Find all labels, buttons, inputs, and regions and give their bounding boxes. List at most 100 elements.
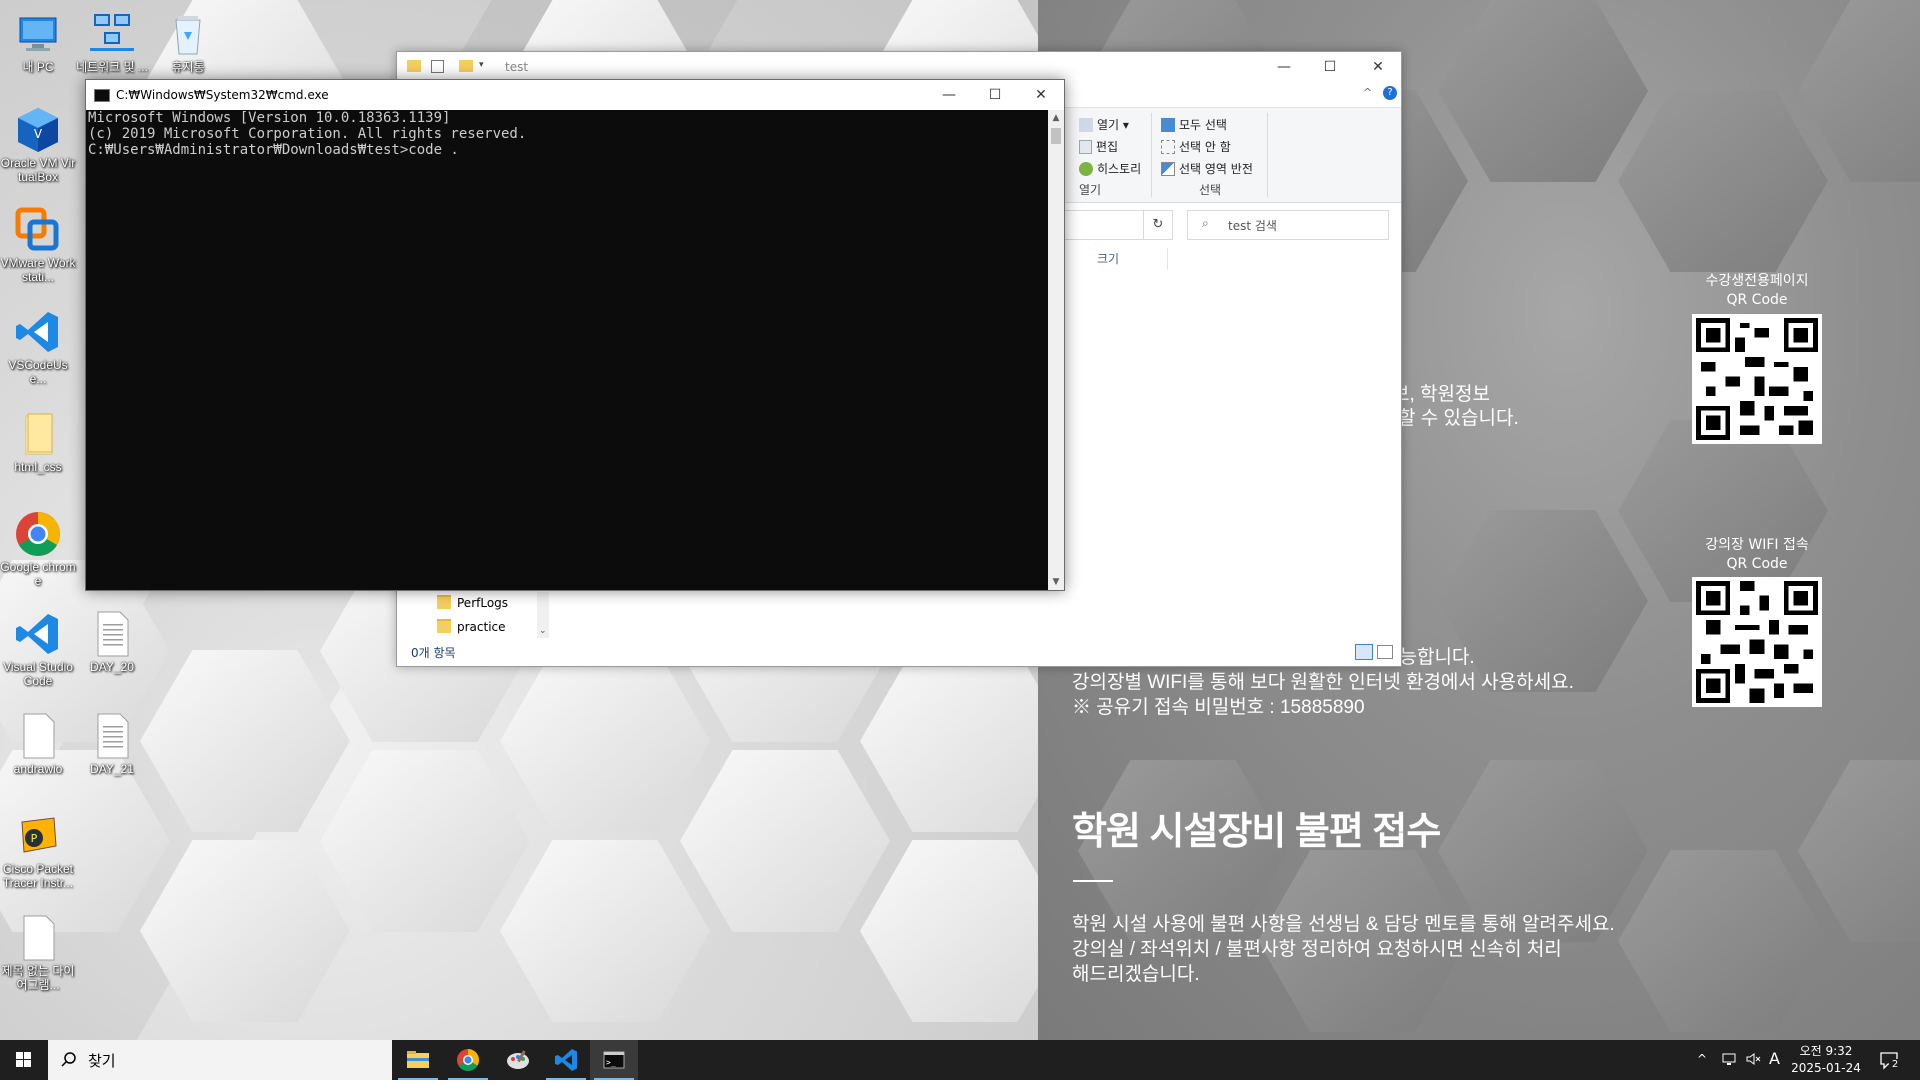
ribbon-invert-selection-label: 선택 영역 반전	[1179, 162, 1253, 176]
qr2-title: 강의장 WIFI 접속 QR Code	[1677, 536, 1837, 574]
desktop-icon-label: html_css	[14, 460, 62, 474]
folder-icon	[407, 60, 421, 72]
ribbon-edit-button[interactable]: 편집	[1079, 138, 1118, 155]
document-icon	[88, 610, 136, 658]
qr1-subtitle: QR Code	[1726, 292, 1788, 308]
desktop-icon-virtualbox[interactable]: V Oracle VM VirtualBox	[0, 106, 76, 184]
desktop-icon-andrawio[interactable]: andrawio	[0, 712, 76, 776]
ribbon-select-all-button[interactable]: 모두 선택	[1161, 116, 1227, 133]
desktop-icon-label: Visual Studio Code	[3, 660, 73, 688]
desktop-icon-recycle-bin[interactable]: 휴지통	[150, 10, 226, 74]
notification-count: 2	[1889, 1059, 1901, 1071]
scroll-down-icon[interactable]: ⌄	[539, 626, 547, 636]
refresh-icon: ↻	[1152, 217, 1164, 232]
desktop-icon-label: DAY_21	[90, 762, 134, 776]
volume-muted-icon[interactable]	[1745, 1051, 1761, 1070]
new-folder-icon[interactable]	[459, 60, 473, 72]
vscode-icon	[14, 308, 62, 356]
collapse-ribbon-icon[interactable]: ^	[1363, 86, 1372, 99]
taskbar-cmd[interactable]: >_	[590, 1040, 638, 1080]
explorer-titlebar[interactable]: ▾ test — ☐ ✕	[397, 52, 1401, 82]
ribbon-open-button[interactable]: 열기 ▾	[1079, 116, 1129, 133]
nav-scrollbar[interactable]: ⌄	[537, 592, 549, 638]
vscode-icon	[555, 1049, 577, 1071]
console-line: (c) 2019 Microsoft Corporation. All righ…	[88, 126, 527, 142]
desktop-icon-day21[interactable]: DAY_21	[74, 712, 150, 776]
scroll-thumb[interactable]	[1051, 128, 1061, 144]
details-view-icon[interactable]	[1355, 644, 1373, 660]
scroll-up-icon[interactable]: ▲	[1048, 110, 1064, 126]
edit-icon	[1079, 140, 1092, 154]
cmd-window[interactable]: C:₩Windows₩System32₩cmd.exe — ☐ ✕ Micros…	[85, 79, 1065, 591]
taskbar-search-placeholder: 찾기	[88, 1052, 116, 1070]
desktop-icon-label: 네트워크 및 ...	[76, 60, 148, 74]
desktop-icon-vmware[interactable]: VMware Workstati...	[0, 206, 76, 284]
desktop-icon-day20[interactable]: DAY_20	[74, 610, 150, 674]
nav-item-practice[interactable]: practice	[437, 619, 506, 634]
select-all-icon	[1161, 118, 1175, 132]
chrome-icon	[457, 1049, 479, 1071]
nav-item-label: PerfLogs	[457, 596, 509, 610]
wallpaper-body-line1: 학원 시설 사용에 불편 사항을 선생님 & 담당 멘토를 통해 알려주세요.	[1072, 914, 1615, 935]
desktop-icon-this-pc[interactable]: 내 PC	[0, 10, 76, 74]
explorer-maximize-button[interactable]: ☐	[1307, 52, 1353, 82]
desktop-icon-packet-tracer[interactable]: P Cisco Packet Tracer Instr...	[0, 812, 76, 890]
explorer-minimize-button[interactable]: —	[1261, 52, 1307, 82]
taskbar-vscode[interactable]	[542, 1040, 590, 1080]
explorer-search-input[interactable]: ⌕ test 검색	[1187, 210, 1389, 240]
nav-item-perflogs[interactable]: PerfLogs	[437, 595, 508, 610]
qr2-title-text: 강의장 WIFI 접속	[1705, 537, 1809, 553]
desktop-icon-network[interactable]: 네트워크 및 ...	[74, 10, 150, 74]
start-button[interactable]	[0, 1040, 48, 1080]
cmd-close-button[interactable]: ✕	[1018, 80, 1064, 110]
qr-code-wifi	[1692, 577, 1822, 707]
desktop-icon-chrome[interactable]: Google chrome	[0, 510, 76, 588]
taskbar-paint[interactable]	[494, 1040, 542, 1080]
cmd-minimize-button[interactable]: —	[926, 80, 972, 110]
cmd-scrollbar[interactable]: ▲ ▼	[1048, 110, 1064, 590]
document-icon	[88, 712, 136, 760]
desktop-icon-label: VMware Workstati...	[0, 256, 76, 284]
action-center-button[interactable]: 2	[1878, 1049, 1901, 1074]
cmd-titlebar[interactable]: C:₩Windows₩System32₩cmd.exe — ☐ ✕	[86, 80, 1064, 110]
wallpaper-info-line2: 할 수 있습니다.	[1398, 408, 1519, 429]
refresh-button[interactable]: ↻	[1143, 210, 1173, 240]
ribbon-history-button[interactable]: 히스토리	[1079, 160, 1141, 177]
ribbon-select-none-button[interactable]: 선택 안 함	[1161, 138, 1231, 155]
desktop-icon-label: 휴지통	[171, 60, 205, 74]
clock-time: 오전 9:32	[1799, 1044, 1853, 1058]
taskbar-clock[interactable]: 오전 9:32 2025-01-24	[1790, 1043, 1862, 1077]
explorer-status-items: 0개 항목	[411, 646, 456, 660]
clock-date: 2025-01-24	[1791, 1061, 1861, 1075]
ime-indicator[interactable]: A	[1769, 1049, 1780, 1068]
console-line: Microsoft Windows [Version 10.0.18363.11…	[88, 110, 451, 126]
windows-logo-icon	[16, 1052, 31, 1067]
taskbar-file-explorer[interactable]	[394, 1040, 442, 1080]
properties-icon[interactable]	[431, 60, 444, 73]
cmd-console[interactable]: Microsoft Windows [Version 10.0.18363.11…	[86, 110, 1050, 590]
folder-icon	[437, 619, 451, 633]
show-hidden-icons-button[interactable]: ^	[1697, 1052, 1707, 1066]
help-icon[interactable]: ?	[1383, 86, 1397, 100]
scroll-down-icon[interactable]: ▼	[1048, 574, 1064, 590]
column-header-size[interactable]: 크기	[1097, 248, 1168, 270]
desktop-icon-visual-studio-code[interactable]: Visual Studio Code	[0, 610, 76, 688]
cmd-maximize-button[interactable]: ☐	[972, 80, 1018, 110]
large-icons-view-icon[interactable]	[1377, 645, 1393, 659]
ribbon-group-open: 열기	[1079, 183, 1102, 197]
wallpaper-info-line1: 보, 학원정보	[1392, 384, 1490, 405]
taskbar: 찾기 >_ ^ A 오전 9:32 2025-01-24 2	[0, 1040, 1920, 1080]
svg-text:>_: >_	[606, 1058, 616, 1067]
folder-icon	[14, 410, 62, 458]
cmd-icon	[94, 89, 110, 102]
wallpaper-heading: 학원 시설장비 불편 접수	[1072, 811, 1441, 853]
taskbar-search-box[interactable]: 찾기	[48, 1040, 392, 1080]
ribbon-invert-selection-button[interactable]: 선택 영역 반전	[1161, 160, 1253, 177]
desktop-icon-diagram[interactable]: 제목 없는 다이어그램...	[0, 914, 76, 992]
customize-quick-access-icon[interactable]: ▾	[479, 60, 484, 70]
desktop-icon-vscode-user[interactable]: VSCodeUse...	[0, 308, 76, 386]
taskbar-chrome[interactable]	[444, 1040, 492, 1080]
desktop-icon-html-css[interactable]: html_css	[0, 410, 76, 474]
network-icon[interactable]	[1721, 1051, 1737, 1070]
explorer-close-button[interactable]: ✕	[1355, 52, 1401, 82]
